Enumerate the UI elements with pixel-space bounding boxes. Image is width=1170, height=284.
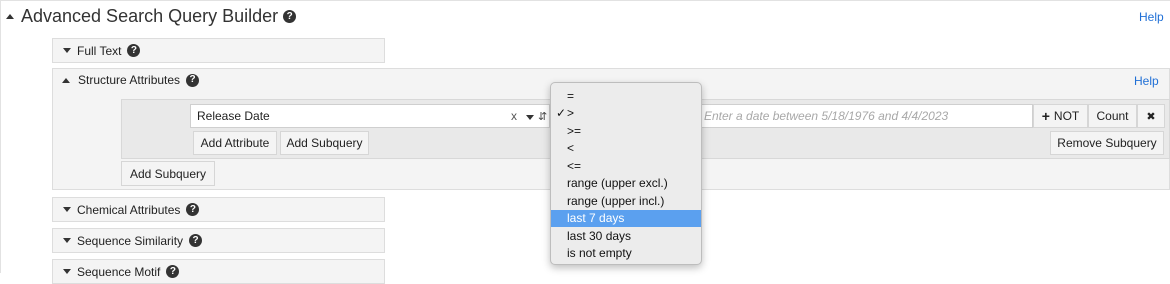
add-subquery-button[interactable]: Add Subquery: [280, 131, 369, 155]
collapse-caret-icon: [62, 77, 70, 83]
operator-dropdown-menu[interactable]: = ✓ > >= < <= range (upper excl.) range (…: [550, 82, 702, 265]
help-question-icon[interactable]: ?: [186, 73, 200, 87]
operator-option[interactable]: last 30 days: [551, 227, 701, 245]
operator-option[interactable]: <=: [551, 157, 701, 175]
section-sequence-motif[interactable]: Sequence Motif ?: [52, 259, 385, 284]
help-question-icon[interactable]: ?: [283, 10, 297, 23]
expand-caret-icon: [63, 207, 71, 212]
help-link[interactable]: Help: [1139, 10, 1164, 24]
add-attribute-button[interactable]: Add Attribute: [193, 131, 277, 155]
clear-icon[interactable]: x: [511, 109, 517, 123]
chevron-down-icon[interactable]: [526, 115, 534, 120]
operator-option[interactable]: range (upper excl.): [551, 175, 701, 193]
operator-option-highlighted[interactable]: last 7 days: [551, 209, 701, 227]
section-full-text[interactable]: Full Text ?: [52, 38, 385, 63]
section-sequence-similarity[interactable]: Sequence Similarity ?: [52, 228, 385, 253]
section-chemical-attributes[interactable]: Chemical Attributes ?: [52, 197, 385, 222]
collapse-caret-icon[interactable]: [6, 14, 14, 19]
operator-option[interactable]: is not empty: [551, 245, 701, 263]
help-question-icon[interactable]: ?: [166, 265, 180, 278]
help-question-icon[interactable]: ?: [189, 234, 203, 247]
attribute-field-value: Release Date: [197, 109, 270, 123]
operator-option[interactable]: <: [551, 140, 701, 158]
date-placeholder: Enter a date between 5/18/1976 and 4/4/2…: [704, 109, 949, 123]
count-button[interactable]: Count: [1088, 104, 1137, 128]
section-structure-header[interactable]: Structure Attributes ?: [62, 73, 200, 87]
operator-sort-icon[interactable]: ⇵: [538, 110, 547, 123]
section-label: Full Text: [77, 43, 122, 58]
not-label: NOT: [1053, 109, 1080, 123]
structure-help-link[interactable]: Help: [1134, 74, 1159, 88]
remove-subquery-button[interactable]: Remove Subquery: [1050, 131, 1164, 155]
attribute-field-select[interactable]: Release Date x ⇵: [190, 104, 550, 128]
section-label: Sequence Motif: [77, 265, 161, 279]
help-question-icon[interactable]: ?: [186, 203, 200, 216]
page-title: Advanced Search Query Builder: [21, 6, 279, 26]
section-label: Chemical Attributes: [77, 202, 181, 217]
expand-caret-icon: [63, 48, 71, 53]
plus-icon: +: [1041, 108, 1050, 124]
not-toggle-button[interactable]: + NOT: [1033, 104, 1088, 128]
section-label: Sequence Similarity: [77, 233, 184, 248]
checkmark-icon: ✓: [556, 106, 567, 121]
remove-attribute-icon[interactable]: ✖: [1137, 104, 1165, 128]
add-subquery-outer-button[interactable]: Add Subquery: [121, 161, 215, 186]
query-builder-header[interactable]: Advanced Search Query Builder ?: [6, 6, 297, 27]
expand-caret-icon: [63, 269, 71, 274]
help-question-icon[interactable]: ?: [127, 44, 141, 57]
date-value-input[interactable]: Enter a date between 5/18/1976 and 4/4/2…: [700, 104, 1033, 128]
operator-option[interactable]: =: [551, 87, 701, 105]
expand-caret-icon: [63, 238, 71, 243]
operator-option[interactable]: range (upper incl.): [551, 192, 701, 210]
operator-option-selected[interactable]: ✓ >: [551, 105, 701, 123]
operator-option[interactable]: >=: [551, 122, 701, 140]
section-label: Structure Attributes: [78, 73, 181, 87]
